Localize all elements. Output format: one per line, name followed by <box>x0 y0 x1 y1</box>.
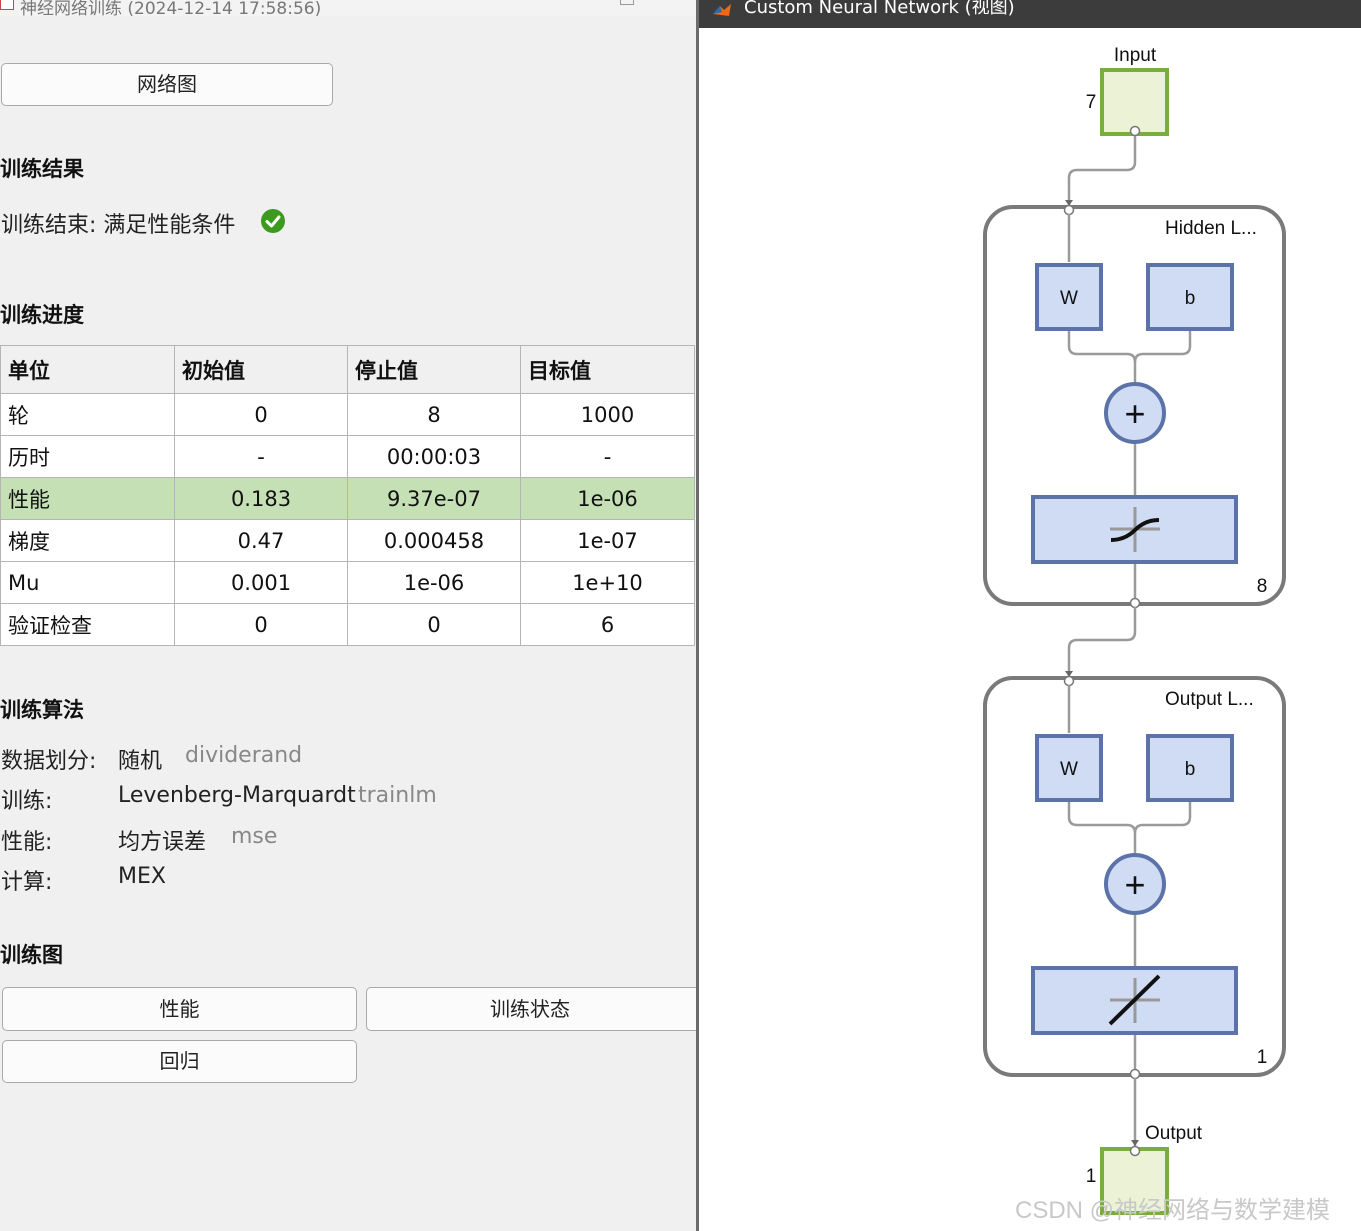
table-row: 梯度 0.47 0.000458 1e-07 <box>0 519 695 562</box>
stopped-cell: 00:00:03 <box>347 435 521 478</box>
target-cell: 1e+10 <box>520 561 695 604</box>
results-heading: 训练结果 <box>0 157 84 181</box>
column-header: 初始值 <box>174 345 348 394</box>
unit-cell: 性能 <box>0 477 175 520</box>
input-block: Input 7 <box>1086 45 1169 136</box>
output-layer-label: Output L... <box>1165 689 1254 710</box>
unit-cell: 验证检查 <box>0 603 175 646</box>
stopped-cell: 0.000458 <box>347 519 521 562</box>
table-row: 历时 - 00:00:03 - <box>0 435 695 478</box>
unit-cell: Mu <box>0 561 175 604</box>
output-layer: Output L... W b + 1 <box>983 675 1286 1080</box>
network-diagram-button[interactable]: 网络图 <box>1 63 333 106</box>
maximize-icon[interactable] <box>620 0 634 5</box>
algo-function: dividerand <box>185 743 303 768</box>
table-row: Mu 0.001 1e-06 1e+10 <box>0 561 695 604</box>
training-window: 神经网络训练 (2024-12-14 17:58:56) — 网络图 训练结果 … <box>0 0 696 1231</box>
unit-cell: 历时 <box>0 435 175 478</box>
output-label: Output <box>1145 1123 1203 1144</box>
column-header: 单位 <box>0 345 175 394</box>
algo-label: 计算: <box>1 870 53 895</box>
output-layer-size: 1 <box>1257 1047 1268 1068</box>
weight-label: W <box>1060 288 1078 309</box>
performance-plot-button[interactable]: 性能 <box>2 987 357 1031</box>
algo-value: Levenberg-Marquardt <box>118 783 356 808</box>
hidden-layer-size: 8 <box>1257 576 1268 597</box>
stopped-cell: 9.37e-07 <box>347 477 521 520</box>
matlab-app-icon <box>0 0 14 10</box>
input-size: 7 <box>1086 92 1097 113</box>
target-cell: 1e-06 <box>520 477 695 520</box>
sum-sign: + <box>1124 393 1145 434</box>
weight-label: W <box>1060 759 1078 780</box>
progress-table: 单位 初始值 停止值 目标值 轮 0 8 1000 历时 - 00:00:03 … <box>0 345 695 646</box>
target-cell: 1e-07 <box>520 519 695 562</box>
output-size: 1 <box>1086 1166 1097 1187</box>
watermark: CSDN @神经网络与数学建模 <box>1015 1197 1331 1224</box>
initial-cell: 0 <box>174 393 348 436</box>
hidden-layer: Hidden L... W b + 8 <box>983 204 1286 609</box>
plots-heading: 训练图 <box>0 943 63 967</box>
algo-function: mse <box>231 824 278 849</box>
training-status-text: 训练结束: 满足性能条件 <box>1 213 236 238</box>
stopped-cell: 1e-06 <box>347 561 521 604</box>
algo-value: MEX <box>118 864 166 889</box>
regression-plot-button[interactable]: 回归 <box>2 1040 357 1083</box>
network-view-window: Custom Neural Network (视图) Input 7 Hidde… <box>699 0 1361 1231</box>
sum-sign: + <box>1124 864 1145 905</box>
training-state-plot-button[interactable]: 训练状态 <box>366 987 696 1031</box>
stopped-cell: 0 <box>347 603 521 646</box>
initial-cell: 0.001 <box>174 561 348 604</box>
initial-cell: 0.183 <box>174 477 348 520</box>
unit-cell: 梯度 <box>0 519 175 562</box>
column-header: 停止值 <box>347 345 521 394</box>
algo-value: 随机 <box>118 749 163 774</box>
minimize-icon[interactable]: — <box>540 0 554 7</box>
target-cell: - <box>520 435 695 478</box>
unit-cell: 轮 <box>0 393 175 436</box>
target-cell: 6 <box>520 603 695 646</box>
algo-label: 性能: <box>1 830 53 855</box>
initial-cell: 0 <box>174 603 348 646</box>
algo-label: 数据划分: <box>1 749 97 774</box>
stopped-cell: 8 <box>347 393 521 436</box>
network-diagram: Input 7 Hidden L... W b + 8 Output L... … <box>983 45 1286 1215</box>
bias-label: b <box>1185 288 1196 309</box>
algo-function: trainlm <box>358 783 437 808</box>
table-row-highlighted: 性能 0.183 9.37e-07 1e-06 <box>0 477 695 520</box>
check-circle-icon <box>261 209 285 233</box>
table-row: 轮 0 8 1000 <box>0 393 695 436</box>
algorithms-heading: 训练算法 <box>0 698 84 722</box>
progress-heading: 训练进度 <box>0 303 84 327</box>
column-header: 目标值 <box>520 345 695 394</box>
initial-cell: - <box>174 435 348 478</box>
connector-line <box>1067 607 1137 681</box>
window-title: 神经网络训练 (2024-12-14 17:58:56) <box>20 0 322 19</box>
algo-label: 训练: <box>1 789 53 814</box>
table-row: 验证检查 0 0 6 <box>0 603 695 646</box>
algo-value: 均方误差 <box>118 830 207 855</box>
target-cell: 1000 <box>520 393 695 436</box>
hidden-layer-label: Hidden L... <box>1165 218 1257 239</box>
connector-line <box>1067 131 1137 210</box>
table-header-row: 单位 初始值 停止值 目标值 <box>0 345 695 394</box>
title-bar: 神经网络训练 (2024-12-14 17:58:56) — <box>0 0 696 19</box>
bias-label: b <box>1185 759 1196 780</box>
initial-cell: 0.47 <box>174 519 348 562</box>
input-label: Input <box>1114 45 1157 66</box>
